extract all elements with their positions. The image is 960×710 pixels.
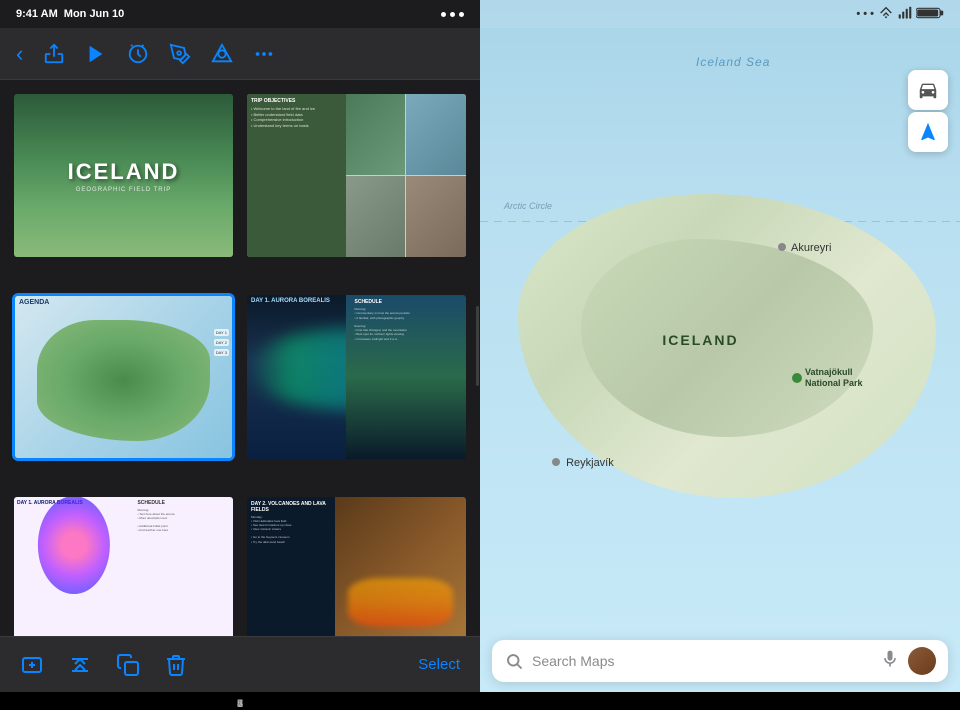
slide-2-text: • Welcome to the land of fire and ice• B…	[251, 106, 342, 128]
status-bar-left: 9:41 AM Mon Jun 10	[0, 0, 480, 28]
keynote-toolbar: ‹	[0, 28, 480, 80]
status-dot-3	[459, 12, 464, 17]
shapes-button[interactable]	[211, 43, 233, 65]
vatnajokull-text: VatnajökullNational Park	[805, 367, 863, 389]
sea-label: Iceland Sea	[696, 55, 770, 69]
user-avatar[interactable]	[908, 647, 936, 675]
status-dot-2	[450, 12, 455, 17]
delete-slide-button[interactable]	[164, 653, 188, 677]
slide-item-selected[interactable]: AGENDA DAY 1 DAY 2 DAY 3	[12, 293, 235, 460]
maps-panel: • • •	[480, 0, 960, 692]
slide-6-text: Monday:• Visit Hekludalur lava field• Se…	[251, 515, 331, 544]
slide-3-label: DAY 3	[214, 349, 229, 356]
map-status-bar: • • •	[480, 0, 960, 28]
draw-button[interactable]	[169, 43, 191, 65]
slides-grid: ICELAND GEOGRAPHIC FIELD TRIP 1 TRIP OBJ…	[12, 92, 468, 636]
akureyri-text: Akureyri	[791, 242, 831, 254]
more-button[interactable]	[253, 43, 275, 65]
search-icon	[504, 651, 524, 671]
time-display: 9:41 AM	[16, 8, 58, 20]
slide-item[interactable]: ICELAND GEOGRAPHIC FIELD TRIP	[12, 92, 235, 259]
map-search-bar[interactable]: Search Maps	[492, 640, 948, 682]
arctic-circle-label: Arctic Circle	[504, 201, 552, 211]
slide-6-title: DAY 2. VOLCANOES AND LAVA FIELDS	[251, 501, 331, 513]
slide-2-title: TRIP OBJECTIVES	[251, 98, 342, 104]
wifi-dots: • • •	[856, 8, 874, 20]
timer-button[interactable]	[127, 43, 149, 65]
slide-4-text: Morning:• Commentary on how the aurora p…	[355, 307, 465, 341]
bottom-toolbar: Select	[0, 636, 480, 692]
wifi-icon	[878, 6, 894, 23]
signal-icon	[898, 6, 912, 23]
location-button[interactable]	[908, 112, 948, 152]
slide-1-title: ICELAND	[68, 159, 180, 185]
slide-5-right-title: SCHEDULE	[137, 500, 230, 506]
mic-button[interactable]	[880, 649, 900, 674]
map-controls	[908, 70, 948, 152]
iceland-country-label: ICELAND	[662, 332, 738, 348]
copy-slide-button[interactable]	[116, 653, 140, 677]
battery-display	[916, 6, 944, 23]
transition-button[interactable]	[68, 653, 92, 677]
slide-item[interactable]: DAY 2. VOLCANOES AND LAVA FIELDS Monday:…	[245, 495, 468, 637]
slide-3-title: AGENDA	[19, 299, 49, 306]
reykjavik-text: Reykjavík	[566, 457, 614, 469]
keynote-panel: 9:41 AM Mon Jun 10 ‹	[0, 0, 480, 692]
share-button[interactable]	[43, 43, 65, 65]
slide-item[interactable]: TRIP OBJECTIVES • Welcome to the land of…	[245, 92, 468, 259]
scroll-indicator	[476, 306, 479, 386]
play-button[interactable]	[85, 43, 107, 65]
add-slide-button[interactable]	[20, 653, 44, 677]
slide-4-title: DAY 1. AURORA BOREALIS	[251, 298, 330, 304]
reykjavik-label: Reykjavík	[552, 457, 614, 469]
slide-5-text: Morning:• Text here about the aurora• Mo…	[137, 508, 230, 533]
akureyri-label: Akureyri	[778, 242, 832, 254]
slide-3-label: DAY 2	[214, 339, 229, 346]
slides-container[interactable]: ICELAND GEOGRAPHIC FIELD TRIP 1 TRIP OBJ…	[0, 80, 480, 636]
drive-mode-button[interactable]	[908, 70, 948, 110]
date-display: Mon Jun 10	[64, 8, 125, 20]
slide-1-subtitle: GEOGRAPHIC FIELD TRIP	[76, 187, 172, 193]
slide-item[interactable]: DAY 1. AURORA BOREALIS SCHEDULE Morning:…	[12, 495, 235, 637]
vatnajokull-label: VatnajökullNational Park	[792, 367, 863, 389]
slide-3-label: DAY 1	[214, 329, 229, 336]
back-button[interactable]: ‹	[16, 41, 23, 67]
search-placeholder: Search Maps	[532, 653, 872, 669]
slide-item[interactable]: DAY 1. AURORA BOREALIS SCHEDULE Morning:…	[245, 293, 468, 460]
status-dot-1	[441, 12, 446, 17]
vatnajokull-dot	[792, 373, 802, 383]
slide-4-right-title: SCHEDULE	[355, 299, 465, 305]
select-button[interactable]: Select	[418, 656, 460, 673]
